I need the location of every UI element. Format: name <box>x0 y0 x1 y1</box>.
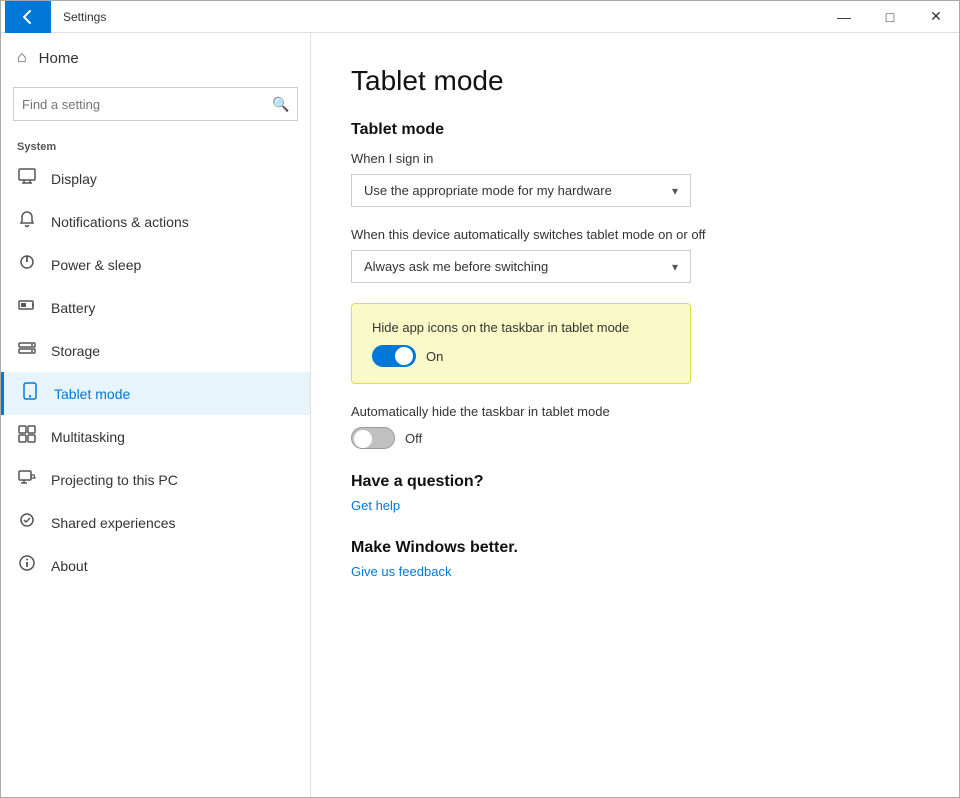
sidebar-item-tablet[interactable]: Tablet mode <box>1 372 310 415</box>
sidebar-item-notifications[interactable]: Notifications & actions <box>1 200 310 243</box>
hide-icons-toggle[interactable] <box>372 345 416 367</box>
auto-hide-label: Automatically hide the taskbar in tablet… <box>351 404 919 419</box>
page-title: Tablet mode <box>351 65 919 97</box>
sidebar-item-display[interactable]: Display <box>1 157 310 200</box>
sidebar-item-battery[interactable]: Battery <box>1 286 310 329</box>
sign-in-dropdown[interactable]: Use the appropriate mode for my hardware… <box>351 174 691 207</box>
sign-in-dropdown-value: Use the appropriate mode for my hardware <box>364 183 612 198</box>
sign-in-dropdown-arrow: ▾ <box>672 184 678 198</box>
question-title: Have a question? <box>351 473 919 491</box>
power-label: Power & sleep <box>51 257 141 273</box>
back-icon <box>21 10 35 24</box>
projecting-label: Projecting to this PC <box>51 472 178 488</box>
window-title: Settings <box>59 10 106 24</box>
minimize-button[interactable]: — <box>821 1 867 33</box>
auto-hide-toggle-thumb <box>354 430 372 448</box>
auto-hide-section: Automatically hide the taskbar in tablet… <box>351 404 919 449</box>
hide-icons-label: Hide app icons on the taskbar in tablet … <box>372 320 670 335</box>
sidebar-item-power[interactable]: Power & sleep <box>1 243 310 286</box>
title-bar: Settings — □ ✕ <box>1 1 959 33</box>
make-better-section: Make Windows better. Give us feedback <box>351 539 919 581</box>
search-icon[interactable]: 🔍 <box>265 88 297 120</box>
search-bar: 🔍 <box>13 87 298 121</box>
tablet-mode-section-title: Tablet mode <box>351 121 919 139</box>
shared-label: Shared experiences <box>51 515 176 531</box>
about-icon <box>17 554 37 577</box>
about-label: About <box>51 558 88 574</box>
hide-icons-toggle-thumb <box>395 347 413 365</box>
main-content: Tablet mode Tablet mode When I sign in U… <box>311 33 959 797</box>
question-section: Have a question? Get help <box>351 473 919 515</box>
storage-label: Storage <box>51 343 100 359</box>
battery-icon <box>17 296 37 319</box>
auto-hide-toggle-row: Off <box>351 427 919 449</box>
search-input[interactable] <box>14 91 265 118</box>
notifications-icon <box>17 210 37 233</box>
back-button[interactable] <box>5 1 51 33</box>
when-switch-label: When this device automatically switches … <box>351 227 919 242</box>
get-help-link[interactable]: Get help <box>351 498 400 513</box>
storage-icon <box>17 339 37 362</box>
sidebar-section-label: System <box>1 133 310 157</box>
display-icon <box>17 167 37 190</box>
tablet-icon <box>20 382 40 405</box>
feedback-link[interactable]: Give us feedback <box>351 564 451 579</box>
auto-hide-toggle-label: Off <box>405 431 422 446</box>
when-sign-in-label: When I sign in <box>351 151 919 166</box>
title-bar-controls: — □ ✕ <box>821 1 959 33</box>
sidebar-item-projecting[interactable]: Projecting to this PC <box>1 458 310 501</box>
close-button[interactable]: ✕ <box>913 1 959 33</box>
projecting-icon <box>17 468 37 491</box>
content-area: ⌂ Home 🔍 System Display Notific <box>1 33 959 797</box>
sidebar-item-about[interactable]: About <box>1 544 310 587</box>
sidebar-item-storage[interactable]: Storage <box>1 329 310 372</box>
sidebar-item-shared[interactable]: Shared experiences <box>1 501 310 544</box>
maximize-button[interactable]: □ <box>867 1 913 33</box>
sidebar: ⌂ Home 🔍 System Display Notific <box>1 33 311 797</box>
battery-label: Battery <box>51 300 95 316</box>
hide-icons-toggle-row: On <box>372 345 670 367</box>
make-better-title: Make Windows better. <box>351 539 919 557</box>
switch-dropdown[interactable]: Always ask me before switching ▾ <box>351 250 691 283</box>
tablet-label: Tablet mode <box>54 386 130 402</box>
sidebar-item-home[interactable]: ⌂ Home <box>1 33 310 83</box>
settings-window: Settings — □ ✕ ⌂ Home 🔍 System <box>0 0 960 798</box>
multitasking-icon <box>17 425 37 448</box>
multitasking-label: Multitasking <box>51 429 125 445</box>
switch-dropdown-arrow: ▾ <box>672 260 678 274</box>
title-bar-left: Settings <box>1 1 106 33</box>
home-icon: ⌂ <box>17 49 27 67</box>
sidebar-home-label: Home <box>39 50 79 67</box>
switch-dropdown-value: Always ask me before switching <box>364 259 548 274</box>
notifications-label: Notifications & actions <box>51 214 189 230</box>
sidebar-item-multitasking[interactable]: Multitasking <box>1 415 310 458</box>
shared-icon <box>17 511 37 534</box>
highlight-box: Hide app icons on the taskbar in tablet … <box>351 303 691 384</box>
auto-hide-toggle[interactable] <box>351 427 395 449</box>
hide-icons-toggle-label: On <box>426 349 443 364</box>
power-icon <box>17 253 37 276</box>
display-label: Display <box>51 171 97 187</box>
